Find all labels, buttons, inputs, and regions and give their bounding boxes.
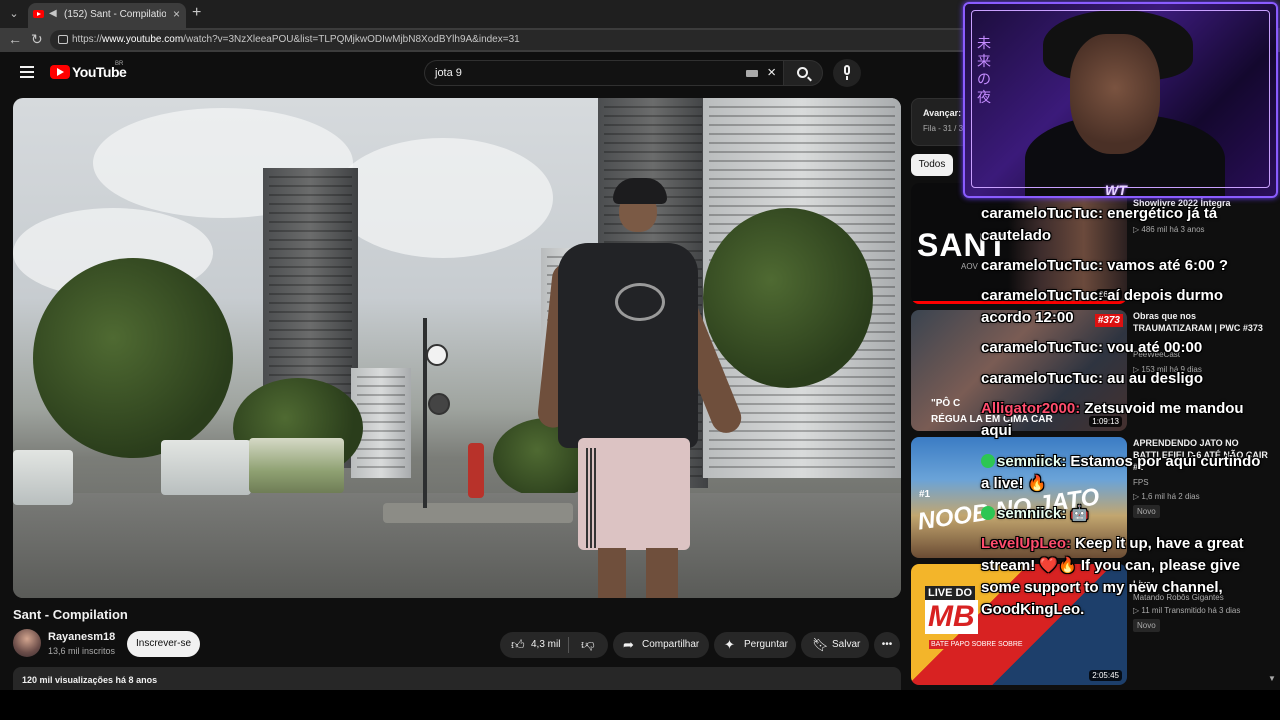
keyboard-icon[interactable] <box>746 70 758 77</box>
verified-icon <box>981 506 995 520</box>
menu-icon[interactable] <box>20 66 34 78</box>
streamer-webcam-overlay: 未来の夜 WT <box>963 2 1278 198</box>
site-info-icon[interactable] <box>58 35 68 44</box>
search-query: jota 9 <box>435 67 462 79</box>
search-input[interactable]: jota 9 × <box>424 60 784 86</box>
channel-name[interactable]: Rayanesm18 <box>48 631 115 643</box>
video-player[interactable] <box>13 98 901 598</box>
thumbs-down-icon[interactable]: 👍︎ <box>581 632 595 658</box>
chat-message: carameloTucTuc: vamos até 6:00 ? <box>981 257 1229 274</box>
share-icon: ➦ <box>623 637 634 652</box>
scroll-down-icon[interactable]: ▼ <box>1268 674 1276 683</box>
voice-search-button[interactable] <box>833 59 861 87</box>
chip-all[interactable]: Todos <box>911 154 953 176</box>
video-title: Sant - Compilation <box>13 607 128 622</box>
traffic-sign <box>426 344 448 366</box>
subscriber-count: 13,6 mil inscritos <box>48 646 116 656</box>
playlist-position: Fila - 31 / 3 <box>923 124 964 133</box>
close-tab-icon[interactable]: × <box>173 7 180 21</box>
channel-avatar[interactable] <box>13 629 41 657</box>
taskbar <box>0 690 1280 720</box>
verified-icon <box>981 454 995 468</box>
address-bar[interactable]: https://www.youtube.com/watch?v=3NzXleea… <box>50 30 980 50</box>
tab-search-icon[interactable]: ⌄ <box>4 4 24 24</box>
new-tab-icon[interactable]: + <box>192 4 201 22</box>
more-actions-button[interactable]: ••• <box>874 632 900 658</box>
chat-message: carameloTucTuc: vou até 00:00 <box>981 339 1203 356</box>
bookmark-icon: 🔖︎ <box>812 637 829 652</box>
chat-message: Alligator2000: Zetsuvoid me mandou aqui <box>981 400 1244 439</box>
audio-playing-icon[interactable]: ◀ <box>49 8 57 19</box>
view-count: 120 mil visualizações há 8 anos <box>22 675 158 685</box>
sparkle-icon: ✦ <box>724 637 735 652</box>
duration-badge: 2:05:45 <box>1089 670 1122 681</box>
chat-message: LevelUpLeo: Keep it up, have a great str… <box>981 535 1244 618</box>
save-button[interactable]: 🔖︎ Salvar <box>801 632 869 658</box>
ask-button[interactable]: ✦ Perguntar <box>714 632 796 658</box>
chat-message: carameloTucTuc: aí depois durmo acordo 1… <box>981 287 1223 326</box>
microphone-icon <box>844 65 850 75</box>
subscribe-button[interactable]: Inscrever-se <box>127 631 200 657</box>
back-icon[interactable]: ← <box>8 31 22 47</box>
like-dislike-group: 👍︎ 4,3 mil 👍︎ <box>500 632 608 658</box>
url-text: https://www.youtube.com/watch?v=3NzXleea… <box>72 34 520 45</box>
like-count[interactable]: 4,3 mil <box>531 632 560 658</box>
chat-message: carameloTucTuc: au au desligo <box>981 370 1204 387</box>
search-icon <box>797 67 808 78</box>
chat-message: semniick: Estamos por aqui curtindo a li… <box>981 453 1261 492</box>
clear-search-icon[interactable]: × <box>767 64 776 81</box>
chat-message: semniick: 🤖 <box>981 503 1271 525</box>
overlay-logo: WT <box>1105 182 1127 198</box>
reload-icon[interactable]: ↻ <box>31 31 43 48</box>
country-code: BR <box>115 61 124 67</box>
youtube-logo-icon[interactable] <box>50 65 70 79</box>
share-button[interactable]: ➦ Compartilhar <box>613 632 709 658</box>
search-button[interactable] <box>783 60 823 86</box>
more-icon: ••• <box>881 639 893 650</box>
chat-message: carameloTucTuc: energético já tá cautela… <box>981 205 1218 244</box>
browser-tab[interactable]: ◀ (152) Sant - Compilation - YouTube × <box>28 3 186 28</box>
tab-title: (152) Sant - Compilation - YouTube <box>64 9 166 20</box>
youtube-favicon-icon <box>33 10 44 18</box>
thumbs-up-icon[interactable]: 👍︎ <box>511 632 525 658</box>
